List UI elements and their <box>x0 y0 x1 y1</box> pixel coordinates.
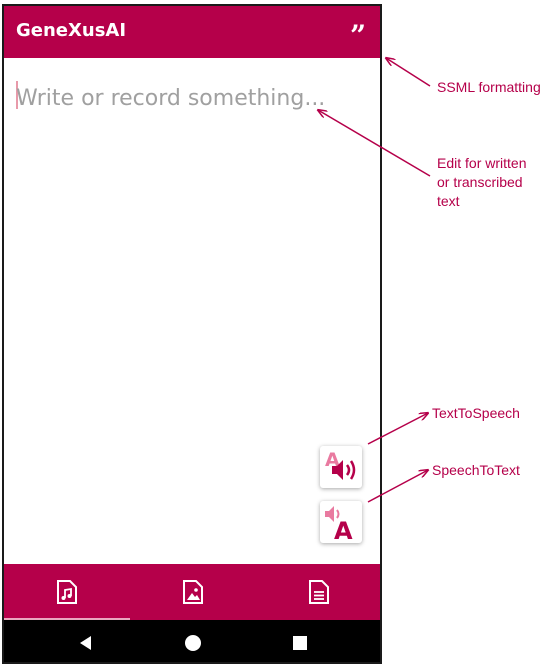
annotation-editor-line1: Edit for written <box>437 155 527 171</box>
annotation-tts: TextToSpeech <box>432 405 520 421</box>
arrow-stt <box>367 470 428 503</box>
annotation-editor: Edit for written or transcribed text <box>437 154 526 211</box>
annotation-stt: SpeechToText <box>432 462 520 478</box>
annotation-ssml: SSML formatting <box>437 79 541 95</box>
arrow-tts <box>367 413 428 445</box>
annotation-editor-line2: or transcribed <box>437 174 523 190</box>
annotation-editor-line3: text <box>437 193 460 209</box>
arrow-ssml <box>386 58 431 87</box>
annotation-arrows <box>0 0 558 503</box>
arrow-editor <box>318 110 431 177</box>
